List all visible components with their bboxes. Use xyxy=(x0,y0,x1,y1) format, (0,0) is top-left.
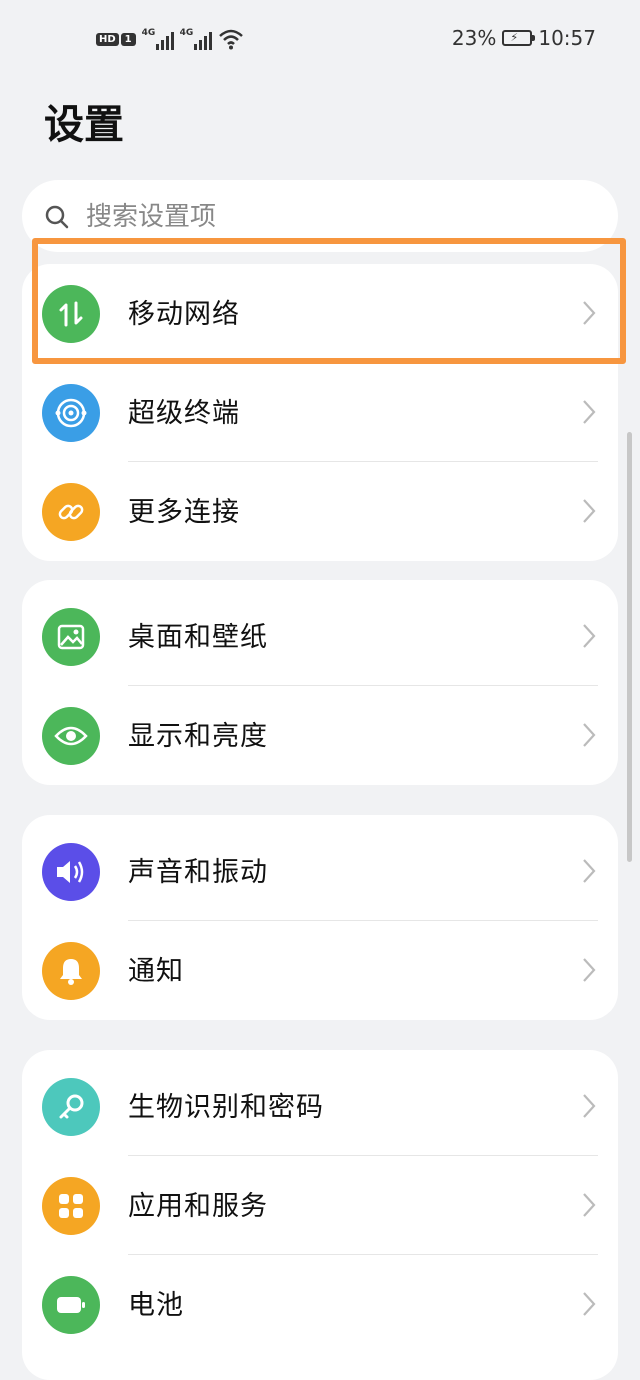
chevron-right-icon xyxy=(583,400,596,424)
settings-group-security-apps: 生物识别和密码 应用和服务 电池 xyxy=(22,1050,618,1380)
wifi-icon xyxy=(218,29,243,50)
search-bar[interactable] xyxy=(22,180,618,252)
battery-status-icon: ⚡ xyxy=(502,30,536,46)
settings-item-label: 通知 xyxy=(128,956,184,987)
settings-item-label: 电池 xyxy=(128,1290,184,1321)
super-device-icon xyxy=(42,384,100,442)
settings-item-sound-vibration[interactable]: 声音和振动 xyxy=(22,822,618,921)
settings-item-home-wallpaper[interactable]: 桌面和壁纸 xyxy=(22,587,618,686)
apps-icon xyxy=(42,1177,100,1235)
settings-item-notifications[interactable]: 通知 xyxy=(22,921,618,1020)
bell-icon xyxy=(42,942,100,1000)
chevron-right-icon xyxy=(583,1292,596,1316)
signal-icon-2: 4G xyxy=(180,28,212,50)
signal-icon: 4G xyxy=(142,28,174,50)
settings-group-connectivity: 移动网络 超级终端 更多连接 xyxy=(22,264,618,561)
speaker-icon xyxy=(42,843,100,901)
hd-label: HD xyxy=(96,32,119,46)
settings-group-sound-notifications: 声音和振动 通知 xyxy=(22,815,618,1020)
chevron-right-icon xyxy=(583,859,596,883)
settings-item-label: 移动网络 xyxy=(128,299,240,330)
sim-label: 1 xyxy=(120,32,136,46)
chevron-right-icon xyxy=(583,723,596,747)
status-right: 23% ⚡ 10:57 xyxy=(452,26,596,50)
settings-item-super-device[interactable]: 超级终端 xyxy=(22,363,618,462)
link-icon xyxy=(42,483,100,541)
chevron-right-icon xyxy=(583,1094,596,1118)
chevron-right-icon xyxy=(583,301,596,325)
chevron-right-icon xyxy=(583,958,596,982)
settings-item-label: 桌面和壁纸 xyxy=(128,622,268,653)
settings-group-display: 桌面和壁纸 显示和亮度 xyxy=(22,580,618,785)
chevron-right-icon xyxy=(583,1193,596,1217)
battery-percent: 23% xyxy=(451,26,497,50)
key-icon xyxy=(42,1078,100,1136)
status-left: HD 1 4G 4G xyxy=(96,28,244,50)
clock: 10:57 xyxy=(538,26,596,50)
eye-icon xyxy=(42,707,100,765)
search-input[interactable] xyxy=(84,194,588,240)
status-bar: HD 1 4G 4G 23% ⚡ 10:57 xyxy=(0,0,640,84)
network-type-1: 4G xyxy=(141,28,156,38)
hd-badge: HD 1 xyxy=(96,32,136,46)
settings-item-label: 声音和振动 xyxy=(128,857,268,888)
page-title: 设置 xyxy=(44,102,124,148)
settings-item-display-brightness[interactable]: 显示和亮度 xyxy=(22,686,618,785)
settings-item-biometrics-password[interactable]: 生物识别和密码 xyxy=(22,1057,618,1156)
battery-icon xyxy=(42,1276,100,1334)
chevron-right-icon xyxy=(583,624,596,648)
search-icon xyxy=(45,205,69,229)
wallpaper-icon xyxy=(42,608,100,666)
settings-item-more-connections[interactable]: 更多连接 xyxy=(22,462,618,561)
settings-item-label: 生物识别和密码 xyxy=(128,1092,324,1123)
scrollbar[interactable] xyxy=(627,432,632,862)
chevron-right-icon xyxy=(583,499,596,523)
settings-item-label: 超级终端 xyxy=(128,398,240,429)
settings-item-label: 应用和服务 xyxy=(128,1191,268,1222)
settings-item-mobile-network[interactable]: 移动网络 xyxy=(22,264,618,363)
settings-item-label: 显示和亮度 xyxy=(128,721,268,752)
mobile-network-icon xyxy=(42,285,100,343)
network-type-2: 4G xyxy=(179,28,194,38)
settings-item-battery[interactable]: 电池 xyxy=(22,1255,618,1354)
settings-item-apps-services[interactable]: 应用和服务 xyxy=(22,1156,618,1255)
settings-item-label: 更多连接 xyxy=(128,497,240,528)
